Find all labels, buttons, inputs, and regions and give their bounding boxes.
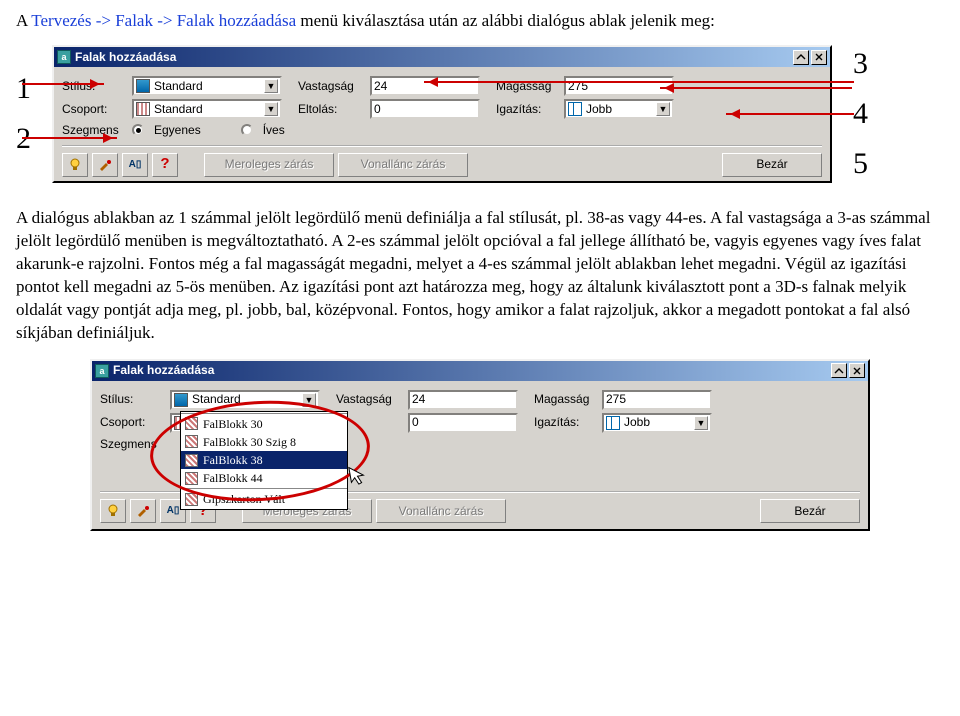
tool-help-button[interactable]: ? <box>152 153 178 177</box>
meroleges-button[interactable]: Meroleges zárás <box>204 153 334 177</box>
vonallanc-button[interactable]: Vonallánc zárás <box>338 153 468 177</box>
figure-2: a Falak hozzáadása Stílus: Standard ▼ <box>16 359 944 531</box>
dialog-2-wrap: a Falak hozzáadása Stílus: Standard ▼ <box>90 359 870 531</box>
question-icon: ? <box>160 154 169 174</box>
tool-light-button[interactable] <box>100 499 126 523</box>
rollup-icon <box>796 53 806 61</box>
style-icon <box>174 393 188 407</box>
magassag-input[interactable]: 275 <box>564 76 674 96</box>
magassag-input[interactable]: 275 <box>602 390 712 410</box>
bezar-button[interactable]: Bezár <box>722 153 822 177</box>
vastagsag-input[interactable]: 24 <box>408 390 518 410</box>
bulb-icon <box>68 158 82 172</box>
stilus-dropdown[interactable]: Standard ▼ <box>170 390 320 410</box>
radio-ives[interactable] <box>241 124 253 136</box>
rollup-button[interactable] <box>831 363 847 378</box>
label-igazitas: Igazítás: <box>496 101 558 117</box>
label-vastagsag: Vastagság <box>298 78 364 94</box>
arrow-2 <box>22 137 117 139</box>
tool-paint-button[interactable] <box>92 153 118 177</box>
close-button[interactable] <box>849 363 865 378</box>
chevron-down-icon: ▼ <box>656 102 670 116</box>
vonallanc-button[interactable]: Vonallánc zárás <box>376 499 506 523</box>
brush-icon <box>136 504 150 518</box>
close-button[interactable] <box>811 50 827 65</box>
tool-light-button[interactable] <box>62 153 88 177</box>
list-item-selected[interactable]: FalBlokk 38 <box>181 451 347 469</box>
align-icon <box>606 416 620 430</box>
label-vastagsag: Vastagság <box>336 391 402 407</box>
dialog-1-wrap: a Falak hozzáadása Stílus: Standard ▼ <box>52 45 832 182</box>
wall-icon <box>185 417 198 430</box>
csoport-open-list[interactable]: FalBlokk 30 FalBlokk 30 Szig 8 FalBlokk … <box>180 411 348 510</box>
dialog-title: Falak hozzáadása <box>75 49 176 65</box>
callout-1: 1 <box>16 74 31 104</box>
list-item[interactable]: FalBlokk 30 <box>181 415 347 433</box>
group-icon <box>136 102 150 116</box>
body-paragraph: A dialógus ablakban az 1 számmal jelölt … <box>16 207 944 345</box>
text-icon: A▯ <box>129 158 142 172</box>
titlebar[interactable]: a Falak hozzáadása <box>54 47 830 67</box>
stilus-dropdown[interactable]: Standard ▼ <box>132 76 282 96</box>
csoport-dropdown[interactable]: Standard ▼ <box>132 99 282 119</box>
dialog-1: a Falak hozzáadása Stílus: Standard ▼ <box>52 45 832 182</box>
close-icon <box>853 367 861 375</box>
wall-icon <box>185 435 198 448</box>
menu-path: Tervezés -> Falak -> Falak hozzáadása <box>31 11 296 30</box>
label-csoport: Csoport: <box>100 414 164 430</box>
radio-ives-label: Íves <box>263 122 285 138</box>
arrow-5 <box>726 113 854 115</box>
app-icon: a <box>95 364 109 378</box>
callout-5: 5 <box>853 149 868 179</box>
label-stilus: Stílus: <box>100 391 164 407</box>
wall-icon <box>185 493 198 506</box>
radio-egyenes-label: Egyenes <box>154 122 201 138</box>
tool-paint-button[interactable] <box>130 499 156 523</box>
eltolas-input[interactable]: 0 <box>370 99 480 119</box>
rollup-button[interactable] <box>793 50 809 65</box>
bezar-button[interactable]: Bezár <box>760 499 860 523</box>
wall-icon <box>185 472 198 485</box>
chevron-down-icon: ▼ <box>302 393 316 407</box>
list-item[interactable]: Gipszkarton Vált <box>181 490 347 508</box>
brush-icon <box>98 158 112 172</box>
close-icon <box>815 53 823 61</box>
style-icon <box>136 79 150 93</box>
arrow-1 <box>22 83 104 85</box>
left-callouts: 1 2 <box>16 64 52 164</box>
chevron-down-icon: ▼ <box>264 79 278 93</box>
dialog-title: Falak hozzáadása <box>113 362 214 378</box>
callout-3: 3 <box>853 49 868 79</box>
app-icon: a <box>57 50 71 64</box>
align-icon <box>568 102 582 116</box>
bulb-icon <box>106 504 120 518</box>
arrow-4 <box>660 87 852 89</box>
rollup-icon <box>834 367 844 375</box>
chevron-down-icon: ▼ <box>694 416 708 430</box>
titlebar[interactable]: a Falak hozzáadása <box>92 361 868 381</box>
text-icon: A▯ <box>167 504 180 518</box>
radio-egyenes[interactable] <box>132 124 144 136</box>
igazitas-dropdown[interactable]: Jobb ▼ <box>564 99 674 119</box>
chevron-down-icon: ▼ <box>264 102 278 116</box>
eltolas-input[interactable]: 0 <box>408 413 518 433</box>
list-item[interactable]: FalBlokk 30 Szig 8 <box>181 433 347 451</box>
label-csoport: Csoport: <box>62 101 126 117</box>
label-eltolas: Eltolás: <box>298 101 364 117</box>
label-szegmens: Szegmens <box>100 436 164 452</box>
igazitas-dropdown[interactable]: Jobb ▼ <box>602 413 712 433</box>
arrow-3 <box>424 81 854 83</box>
label-igazitas: Igazítás: <box>534 414 596 430</box>
wall-icon <box>185 454 198 467</box>
tool-text-button[interactable]: A▯ <box>122 153 148 177</box>
list-item[interactable]: FalBlokk 44 <box>181 469 347 487</box>
intro-text: A Tervezés -> Falak -> Falak hozzáadása … <box>16 10 944 33</box>
figure-1: 1 2 a Falak hozzáadása Stílus: <box>16 39 944 189</box>
callout-4: 4 <box>853 99 868 129</box>
label-magassag: Magasság <box>534 391 596 407</box>
